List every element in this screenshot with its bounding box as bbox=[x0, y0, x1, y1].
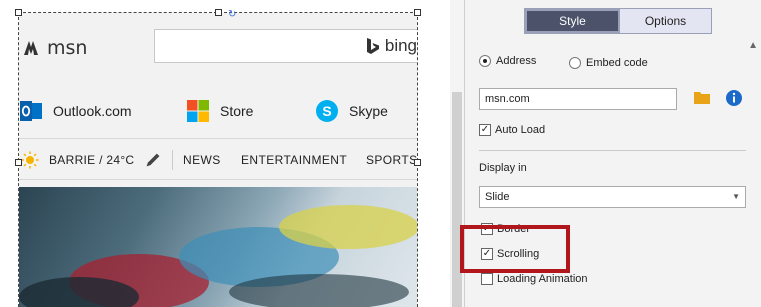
display-in-label: Display in bbox=[479, 162, 527, 174]
address-radio-label: Address bbox=[496, 55, 537, 67]
embed-code-radio[interactable]: Embed code bbox=[569, 57, 648, 69]
tab-style[interactable]: Style bbox=[525, 9, 620, 33]
weather-widget[interactable]: BARRIE / 24°C bbox=[21, 151, 172, 169]
skype-icon: S bbox=[316, 100, 338, 122]
border-label: Border bbox=[497, 223, 531, 235]
nav-link-sports[interactable]: SPORTS bbox=[366, 153, 417, 167]
msn-logo-text: msn bbox=[47, 37, 88, 59]
outlook-icon bbox=[20, 101, 42, 121]
windows-store-icon bbox=[187, 100, 209, 122]
store-label: Store bbox=[220, 103, 254, 119]
address-radio[interactable]: Address bbox=[479, 55, 536, 67]
outlook-label: Outlook.com bbox=[53, 103, 132, 119]
embed-code-radio-control[interactable] bbox=[569, 57, 581, 69]
auto-load-checkbox[interactable]: ✓ Auto Load bbox=[479, 124, 545, 136]
tab-options[interactable]: Options bbox=[620, 9, 711, 33]
bing-search-button[interactable]: bing bbox=[365, 36, 417, 56]
stage-canvas[interactable]: msn bing Outlook.com Store S Skype BARRI… bbox=[0, 0, 450, 307]
chevron-down-icon: ▼ bbox=[732, 192, 740, 201]
loading-animation-label: Loading Animation bbox=[497, 273, 588, 285]
nav-link-entertainment[interactable]: ENTERTAINMENT bbox=[241, 153, 347, 167]
edit-pencil-icon[interactable] bbox=[144, 151, 162, 169]
info-icon[interactable] bbox=[725, 89, 743, 107]
skype-label: Skype bbox=[349, 103, 388, 119]
web-object-preview[interactable]: msn bing Outlook.com Store S Skype BARRI… bbox=[19, 13, 417, 307]
scrolling-checkbox[interactable]: ✓ Scrolling bbox=[481, 248, 539, 260]
border-check-icon[interactable]: ✓ bbox=[481, 223, 493, 235]
auto-load-check-icon[interactable]: ✓ bbox=[479, 124, 491, 136]
outlook-link[interactable]: Outlook.com bbox=[19, 98, 132, 124]
bing-icon bbox=[366, 38, 379, 54]
scrolling-label: Scrolling bbox=[497, 248, 540, 260]
auto-load-label: Auto Load bbox=[495, 124, 546, 136]
weather-location: BARRIE / 24°C bbox=[49, 153, 135, 167]
loading-animation-checkbox[interactable]: Loading Animation bbox=[481, 273, 588, 285]
panel-divider bbox=[479, 150, 746, 151]
skype-link[interactable]: S Skype bbox=[315, 98, 388, 124]
msn-nav-bar: BARRIE / 24°C NEWS ENTERTAINMENT SPORTS bbox=[19, 138, 417, 180]
panel-tabs: Style Options bbox=[524, 8, 712, 34]
panel-scroll-up-icon[interactable]: ▲ bbox=[748, 40, 758, 51]
msn-butterfly-icon bbox=[24, 41, 38, 55]
folder-icon[interactable] bbox=[693, 90, 711, 105]
hero-cars-photo bbox=[19, 205, 417, 307]
nav-link-news[interactable]: NEWS bbox=[183, 153, 221, 167]
svg-text:S: S bbox=[322, 103, 331, 119]
hero-image[interactable] bbox=[19, 187, 417, 307]
border-checkbox[interactable]: ✓ Border bbox=[481, 223, 530, 235]
sun-icon bbox=[21, 151, 39, 169]
scrolling-check-icon[interactable]: ✓ bbox=[481, 248, 493, 260]
address-radio-control[interactable] bbox=[479, 55, 491, 67]
embed-code-radio-label: Embed code bbox=[586, 57, 648, 69]
display-in-select[interactable]: Slide ▼ bbox=[479, 186, 746, 208]
address-field[interactable]: msn.com bbox=[479, 88, 677, 110]
bing-label: bing bbox=[384, 36, 417, 55]
web-search-input[interactable]: bing bbox=[154, 29, 417, 63]
stage-scrollbar-thumb[interactable] bbox=[452, 92, 462, 307]
properties-panel: Style Options ▲ Address Embed code msn.c… bbox=[460, 0, 761, 307]
loading-animation-check-icon[interactable] bbox=[481, 273, 493, 285]
store-link[interactable]: Store bbox=[186, 98, 253, 124]
msn-logo[interactable]: msn bbox=[21, 35, 91, 61]
display-in-value: Slide bbox=[485, 191, 510, 203]
nav-separator bbox=[172, 150, 173, 170]
